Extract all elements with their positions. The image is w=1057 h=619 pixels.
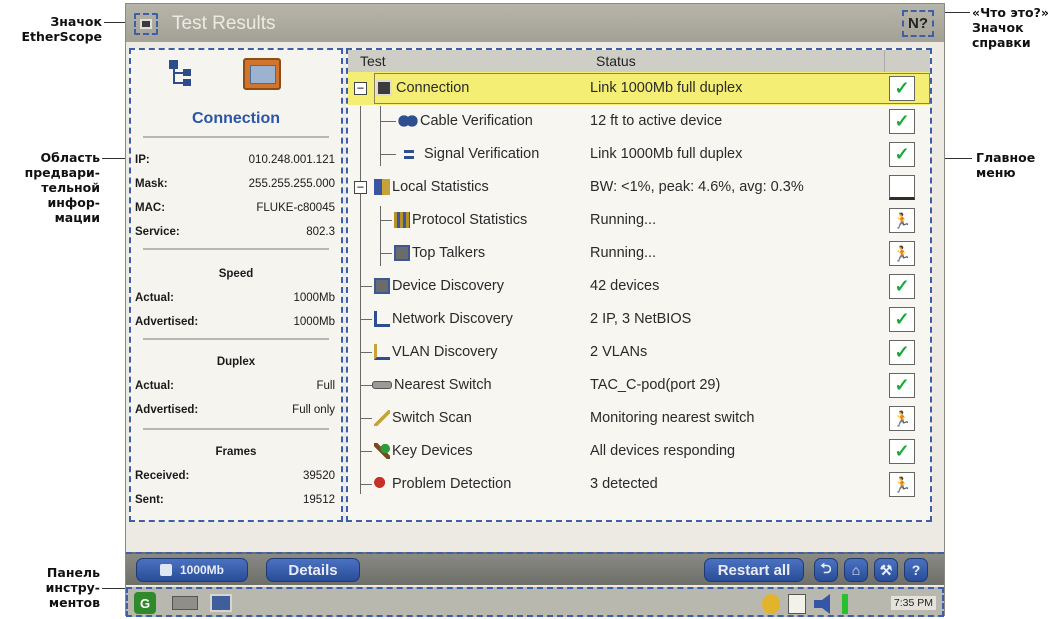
device-screen: Test Results N? Connection IP: 010.248.00…: [125, 3, 945, 617]
help-icon[interactable]: ?: [904, 558, 928, 582]
pass-check-icon: ✓: [889, 142, 915, 167]
running-icon: 🏃: [889, 241, 915, 266]
pass-check-icon: ✓: [889, 373, 915, 398]
problem-icon: [374, 476, 390, 492]
back-icon[interactable]: ⮌: [814, 558, 838, 582]
pass-check-icon: ✓: [889, 340, 915, 365]
pass-check-icon: ✓: [889, 439, 915, 464]
statistics-icon: [374, 179, 390, 195]
column-header-status[interactable]: Status: [596, 53, 636, 69]
table-row-device-discovery[interactable]: Device Discovery 42 devices ✓: [348, 270, 930, 303]
pass-check-icon: ✓: [889, 274, 915, 299]
cable-icon: [398, 113, 418, 129]
pass-check-icon: ✓: [889, 109, 915, 134]
callout-toolbar: Панель инстру- ментов: [45, 565, 100, 610]
keyboard-icon[interactable]: [172, 596, 198, 610]
connection-icon: [376, 80, 392, 96]
top-talkers-icon: [394, 245, 410, 261]
divider: [143, 338, 329, 340]
table-row-local-statistics[interactable]: − Local Statistics BW: <1%, peak: 4.6%, …: [348, 171, 930, 204]
table-row-problem-detection[interactable]: Problem Detection 3 detected 🏃: [348, 468, 930, 501]
callout-preview-area: Область предвари- тельной инфор- мации: [24, 150, 100, 225]
toolbar: 1000Mb Details Restart all ⮌ ⌂ ⚒ ?: [126, 552, 944, 585]
table-row-nearest-switch[interactable]: Nearest Switch TAC_C-pod(port 29) ✓: [348, 369, 930, 402]
connection-screen-icon[interactable]: [243, 58, 281, 90]
callout-main-menu: Главное меню: [976, 150, 1036, 180]
device-icon: [374, 278, 390, 294]
window-icon[interactable]: [210, 594, 232, 612]
divider: [143, 136, 329, 138]
whats-this-help-icon[interactable]: N?: [902, 10, 934, 37]
collapse-icon[interactable]: −: [354, 181, 367, 194]
table-row-signal-verification[interactable]: Signal Verification Link 1000Mb full dup…: [348, 138, 930, 171]
callout-line-help: [942, 12, 970, 13]
running-icon: 🏃: [889, 472, 915, 497]
etherscope-icon[interactable]: [134, 13, 158, 35]
table-row-switch-scan[interactable]: Switch Scan Monitoring nearest switch 🏃: [348, 402, 930, 435]
title-bar: Test Results N?: [126, 4, 944, 42]
link-speed-button[interactable]: 1000Mb: [136, 558, 248, 582]
callout-help-icon: «Что это?» Значок справки: [972, 5, 1049, 50]
table-row-protocol-statistics[interactable]: Protocol Statistics Running... 🏃: [348, 204, 930, 237]
protocol-icon: [394, 212, 410, 228]
link-speed-icon: [159, 564, 172, 576]
tools-icon[interactable]: ⚒: [874, 558, 898, 582]
table-row-vlan-discovery[interactable]: VLAN Discovery 2 VLANs ✓: [348, 336, 930, 369]
network-icon: [374, 311, 390, 327]
battery-icon[interactable]: [842, 594, 848, 614]
preview-title: Connection: [192, 110, 280, 127]
column-header-test[interactable]: Test: [360, 53, 386, 69]
pass-check-icon: ✓: [889, 307, 915, 332]
table-row-cable-verification[interactable]: Cable Verification 12 ft to active devic…: [348, 105, 930, 138]
idle-status-icon: [889, 175, 915, 200]
key-devices-icon: [374, 443, 390, 459]
clock[interactable]: 7:35 PM: [890, 596, 936, 610]
switch-icon: [372, 381, 392, 389]
speaker-icon[interactable]: [814, 594, 830, 614]
globe-icon[interactable]: [762, 594, 780, 614]
table-row-network-discovery[interactable]: Network Discovery 2 IP, 3 NetBIOS ✓: [348, 303, 930, 336]
collapse-icon[interactable]: −: [354, 82, 367, 95]
divider: [143, 248, 329, 250]
frames-heading: Frames: [215, 446, 257, 458]
restart-all-button[interactable]: Restart all: [704, 558, 804, 582]
main-menu-table: Test Status − Connection Link 1000Mb ful…: [346, 48, 932, 522]
table-row-top-talkers[interactable]: Top Talkers Running... 🏃: [348, 237, 930, 270]
duplex-heading: Duplex: [216, 356, 256, 368]
table-row-connection[interactable]: − Connection Link 1000Mb full duplex ✓: [348, 72, 930, 105]
start-icon[interactable]: G: [134, 592, 156, 614]
network-topology-icon[interactable]: [167, 58, 195, 90]
window-title: Test Results: [172, 13, 276, 34]
callout-line-toolbar: [102, 588, 126, 589]
table-header: Test Status: [348, 50, 930, 72]
column-header-result: [884, 50, 932, 72]
table-row-key-devices[interactable]: Key Devices All devices responding ✓: [348, 435, 930, 468]
home-icon[interactable]: ⌂: [844, 558, 868, 582]
divider: [143, 428, 329, 430]
callout-ether-icon: Значок EtherScope: [21, 14, 102, 44]
running-icon: 🏃: [889, 406, 915, 431]
details-button[interactable]: Details: [266, 558, 360, 582]
taskbar: G 7:35 PM: [126, 587, 944, 617]
speed-heading: Speed: [218, 268, 254, 280]
running-icon: 🏃: [889, 208, 915, 233]
preview-panel: Connection IP: 010.248.001.121 Mask: 255.2…: [129, 48, 343, 522]
signal-icon: [404, 150, 414, 159]
pass-check-icon: ✓: [889, 76, 915, 101]
calendar-icon[interactable]: [788, 594, 806, 614]
switch-scan-icon: [374, 410, 390, 426]
vlan-icon: [374, 344, 390, 360]
